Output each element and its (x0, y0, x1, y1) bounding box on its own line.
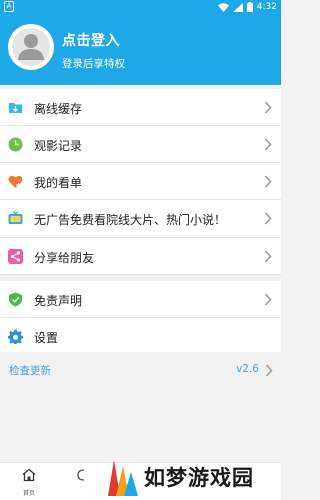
menu-item-disclaimer[interactable]: 免责声明 (0, 281, 281, 318)
watermark-sail-icon (108, 460, 138, 496)
menu-item-ad-free-promo[interactable]: 无广告免费看院线大片、热门小说！ (0, 200, 281, 238)
chevron-right-icon (264, 101, 272, 114)
chevron-right-icon (265, 364, 273, 377)
menu-item-watch-history[interactable]: 观影记录 (0, 126, 281, 163)
watermark-logo: 如梦游戏园 (96, 452, 281, 500)
menu-item-watchlist[interactable]: 我的看单 (0, 163, 281, 200)
chevron-right-icon (264, 293, 272, 306)
tab-partial-icon (77, 469, 85, 481)
menu-item-settings[interactable]: 设置 (0, 318, 281, 355)
menu-label: 设置 (34, 331, 59, 345)
chevron-right-icon (264, 175, 272, 188)
gear-icon (8, 329, 23, 344)
tv-icon (8, 211, 23, 224)
menu-label: 离线缓存 (34, 102, 83, 116)
status-bar: A 4:32 (0, 0, 281, 14)
login-subtitle: 登录后享特权 (62, 58, 125, 70)
menu-label: 我的看单 (34, 176, 83, 190)
menu-label: 观影记录 (34, 139, 83, 153)
wifi-icon (217, 2, 229, 12)
tab-second[interactable] (66, 467, 96, 486)
battery-icon (246, 2, 253, 12)
avatar[interactable] (8, 24, 54, 70)
share-icon (8, 249, 23, 264)
tab-label: 首页 (22, 490, 35, 497)
notification-icon: A (4, 1, 14, 12)
signal-icon (232, 2, 243, 12)
menu-label: 无广告免费看院线大片、热门小说！ (34, 213, 227, 227)
login-title[interactable]: 点击登入 (62, 30, 120, 50)
chevron-right-icon (264, 138, 272, 151)
watermark-text: 如梦游戏园 (144, 465, 254, 490)
clock-icon (8, 137, 23, 152)
tab-home[interactable]: 首页 (14, 467, 44, 497)
menu-item-offline-cache[interactable]: 离线缓存 (0, 89, 281, 126)
menu-item-share[interactable]: 分享给朋友 (0, 238, 281, 275)
user-avatar-icon (10, 26, 52, 68)
login-header[interactable]: 点击登入 登录后享特权 (0, 14, 281, 85)
check-update-label: 检查更新 (9, 365, 51, 377)
download-folder-icon (9, 103, 22, 113)
version-label: v2.6 (236, 363, 259, 375)
home-icon (22, 468, 36, 482)
shield-icon (9, 292, 22, 307)
chevron-right-icon (264, 212, 272, 225)
menu-label: 免责声明 (34, 294, 83, 308)
chevron-right-icon (264, 250, 272, 263)
menu-label: 分享给朋友 (34, 251, 95, 265)
check-update-row[interactable]: 检查更新 v2.6 (0, 352, 281, 389)
menu-list: 离线缓存 观影记录 我的看单 无广告免费看院线大片、热门小说！ 分享给朋友 免责… (0, 89, 281, 355)
clock-time: 4:32 (256, 2, 277, 12)
heart-plus-icon (8, 175, 23, 188)
